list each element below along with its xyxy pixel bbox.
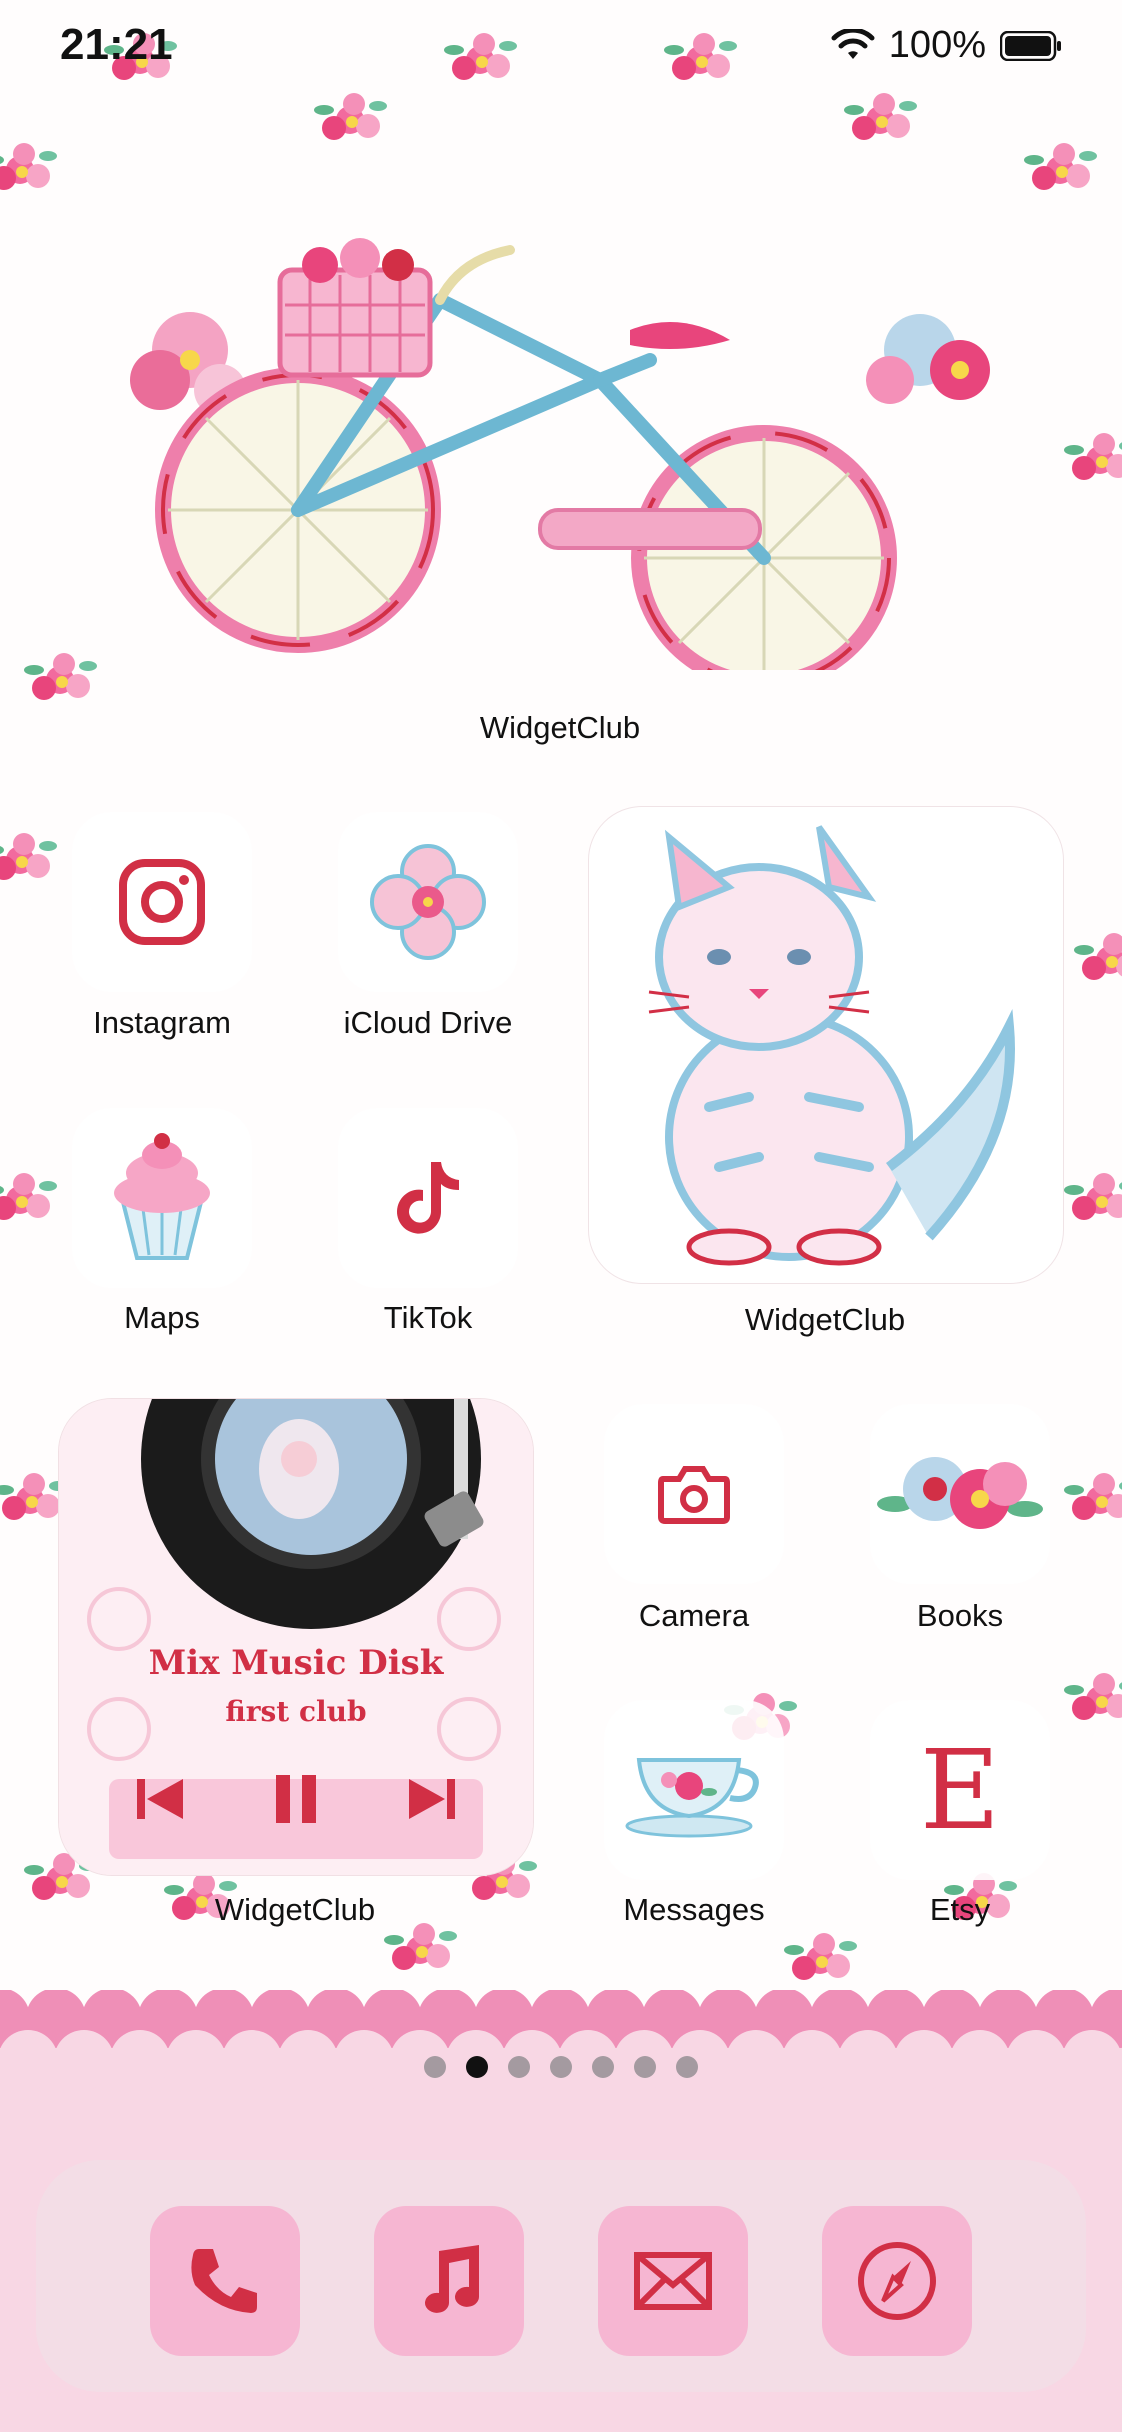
app-books[interactable] — [870, 1404, 1050, 1584]
page-dot[interactable] — [676, 2056, 698, 2078]
bicycle-widget[interactable]: WidgetClub — [40, 150, 1080, 745]
status-indicators: 100% — [831, 24, 1062, 67]
app-camera[interactable] — [604, 1404, 784, 1584]
next-button[interactable] — [397, 1769, 467, 1829]
teacup-icon — [625, 1758, 759, 1838]
cat-widget[interactable] — [588, 806, 1064, 1284]
compass-icon — [858, 2242, 936, 2320]
previous-button[interactable] — [125, 1769, 195, 1829]
music-controls — [59, 1769, 533, 1829]
app-messages[interactable] — [604, 1700, 784, 1880]
camera-icon — [658, 1466, 730, 1524]
page-dot[interactable] — [508, 2056, 530, 2078]
app-instagram[interactable] — [72, 812, 252, 992]
home-screen: 21:21 100% WidgetClub Instagram iCloud D… — [0, 0, 1122, 2432]
dock-mail[interactable] — [598, 2206, 748, 2356]
app-etsy[interactable]: E — [870, 1700, 1050, 1880]
app-label-books: Books — [916, 1598, 1004, 1633]
app-label-etsy: Etsy — [929, 1892, 991, 1927]
dock — [36, 2160, 1086, 2392]
app-label-instagram: Instagram — [93, 1005, 231, 1040]
page-dot[interactable] — [550, 2056, 572, 2078]
tiktok-icon — [397, 1162, 459, 1234]
battery-icon — [1000, 30, 1061, 61]
pause-icon — [276, 1775, 316, 1823]
etsy-icon: E — [920, 1740, 1000, 1840]
status-time: 21:21 — [60, 20, 173, 69]
page-indicator[interactable] — [0, 2056, 1122, 2078]
page-dot[interactable] — [424, 2056, 446, 2078]
cupcake-icon — [114, 1133, 210, 1260]
status-bar: 21:21 100% — [0, 0, 1122, 100]
music-note-icon — [425, 2245, 479, 2313]
next-icon — [409, 1779, 455, 1819]
app-maps[interactable] — [72, 1108, 252, 1288]
page-dot[interactable] — [634, 2056, 656, 2078]
previous-icon — [137, 1779, 183, 1819]
app-label-icloud-drive: iCloud Drive — [343, 1005, 513, 1040]
app-icloud-drive[interactable] — [338, 812, 518, 992]
music-widget-label: WidgetClub — [214, 1892, 376, 1927]
cat-widget-label: WidgetClub — [744, 1302, 906, 1337]
bicycle-illustration — [130, 238, 990, 691]
app-label-messages: Messages — [623, 1892, 765, 1927]
app-label-tiktok: TikTok — [383, 1300, 473, 1335]
cat-illustration — [648, 825, 1015, 1266]
pause-button[interactable] — [261, 1769, 331, 1829]
mail-icon — [634, 2252, 712, 2310]
phone-icon — [191, 2249, 257, 2313]
clover-icon — [370, 844, 486, 960]
widget-label: WidgetClub — [479, 710, 641, 745]
page-dot[interactable] — [592, 2056, 614, 2078]
app-tiktok[interactable] — [338, 1108, 518, 1288]
music-widget[interactable]: Mix Music Disk first club — [58, 1398, 534, 1876]
svg-text:E: E — [920, 1740, 1000, 1840]
dock-safari[interactable] — [822, 2206, 972, 2356]
page-dot-active[interactable] — [466, 2056, 488, 2078]
music-subtitle: first club — [225, 1695, 367, 1728]
flowers-icon — [877, 1457, 1043, 1529]
battery-percent: 100% — [888, 24, 986, 66]
dock-music[interactable] — [374, 2206, 524, 2356]
app-label-camera: Camera — [638, 1598, 750, 1633]
app-label-maps: Maps — [124, 1300, 200, 1335]
music-title: Mix Music Disk — [148, 1643, 444, 1683]
instagram-icon — [119, 859, 205, 945]
dock-phone[interactable] — [150, 2206, 300, 2356]
wifi-icon — [831, 28, 875, 59]
